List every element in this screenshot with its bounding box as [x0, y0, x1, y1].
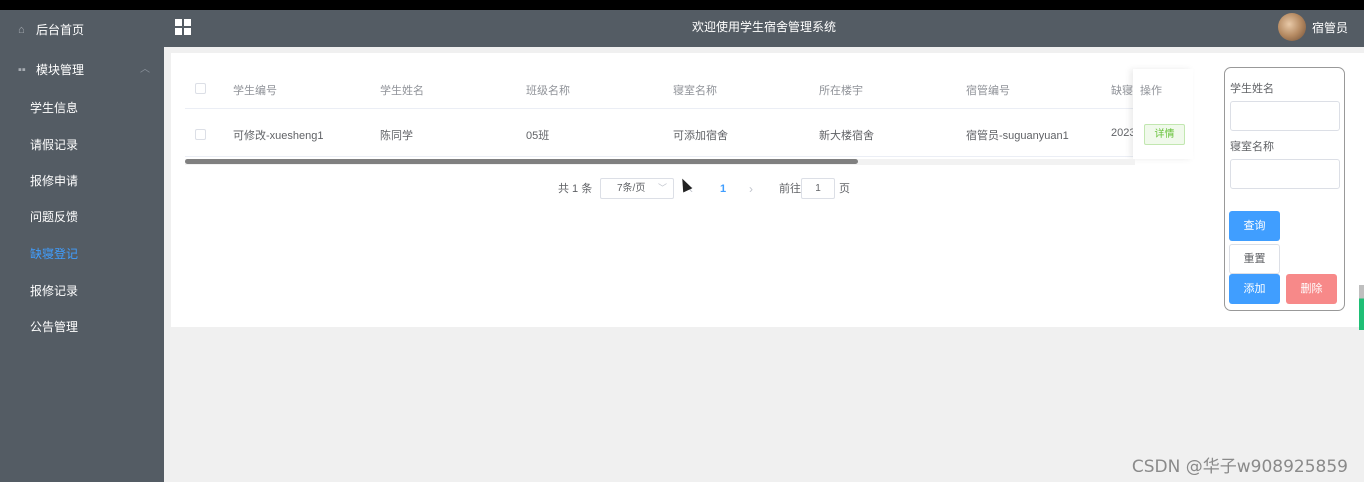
- column-header: 所在楼宇: [819, 85, 863, 97]
- sidebar-item-home[interactable]: ⌂ 后台首页: [0, 12, 164, 48]
- chevron-down-icon: ﹀: [657, 183, 667, 193]
- avatar[interactable]: [1278, 13, 1306, 41]
- table-cell: 宿管员-suguanyuan1: [966, 130, 1069, 142]
- student-name-input[interactable]: [1230, 101, 1340, 131]
- row-divider: [185, 156, 1133, 157]
- sidebar-item-repair-request[interactable]: 报修申请: [0, 163, 164, 199]
- column-header: 学生姓名: [380, 85, 424, 97]
- header-divider: [185, 108, 1133, 109]
- sidebar-item-module-management[interactable]: ▪▪ 模块管理 ︿: [0, 52, 164, 88]
- column-header: 宿管编号: [966, 85, 1010, 97]
- edge-widget: [1359, 285, 1364, 330]
- column-header: 缺寝: [1111, 85, 1133, 97]
- detail-button[interactable]: 详情: [1144, 124, 1185, 145]
- reset-button[interactable]: 重置: [1229, 244, 1280, 274]
- action-column: 操作 详情: [1133, 69, 1193, 159]
- sidebar-item-feedback[interactable]: 问题反馈: [0, 199, 164, 235]
- room-name-label: 寝室名称: [1230, 141, 1274, 153]
- room-name-input[interactable]: [1230, 159, 1340, 189]
- data-table: 学生编号 学生姓名 班级名称 寝室名称 所在楼宇 宿管编号 缺寝 可修改-xue…: [185, 69, 1133, 161]
- goto-page-input[interactable]: 1: [801, 178, 835, 199]
- table-cell: 可添加宿舍: [673, 130, 728, 142]
- sidebar-item-student-info[interactable]: 学生信息: [0, 90, 164, 126]
- header: 欢迎使用学生宿舍管理系统 宿管员: [164, 10, 1364, 47]
- page-number-current[interactable]: 1: [720, 178, 726, 200]
- top-black-bar: [0, 0, 1364, 10]
- sidebar-item-label: 公告管理: [30, 320, 79, 334]
- row-checkbox[interactable]: [195, 129, 206, 140]
- page-size-value: 7条/页: [617, 183, 646, 194]
- query-button[interactable]: 查询: [1229, 211, 1280, 241]
- sidebar-item-label: 报修申请: [30, 174, 79, 188]
- search-panel: 学生姓名 寝室名称 查询 重置 添加 删除: [1224, 67, 1345, 311]
- home-icon: ⌂: [18, 24, 25, 36]
- sidebar-item-repair-records[interactable]: 报修记录: [0, 273, 164, 309]
- page-title: 欢迎使用学生宿舍管理系统: [691, 20, 836, 34]
- next-page-icon[interactable]: ›: [749, 178, 753, 200]
- grid-icon: ▪▪: [18, 64, 26, 76]
- sidebar-item-announcements[interactable]: 公告管理: [0, 309, 164, 345]
- watermark: CSDN @华子w908925859: [1131, 457, 1348, 477]
- student-name-label: 学生姓名: [1230, 83, 1274, 95]
- column-header: 寝室名称: [673, 85, 717, 97]
- add-button[interactable]: 添加: [1229, 274, 1280, 304]
- pagination-total: 共 1 条: [558, 183, 593, 195]
- column-header: 操作: [1140, 85, 1162, 97]
- sidebar-item-label: 问题反馈: [30, 210, 79, 224]
- sidebar-item-label: 报修记录: [30, 284, 79, 298]
- main-content: 学生编号 学生姓名 班级名称 寝室名称 所在楼宇 宿管编号 缺寝 可修改-xue…: [164, 47, 1364, 482]
- sidebar-item-label: 学生信息: [30, 101, 79, 115]
- table-cell: 可修改-xuesheng1: [233, 130, 324, 142]
- user-name[interactable]: 宿管员: [1312, 10, 1348, 47]
- sidebar-item-leave-records[interactable]: 请假记录: [0, 127, 164, 163]
- sidebar-item-label: 模块管理: [36, 63, 85, 77]
- table-card: 学生编号 学生姓名 班级名称 寝室名称 所在楼宇 宿管编号 缺寝 可修改-xue…: [171, 53, 1364, 327]
- sidebar-item-label: 请假记录: [30, 138, 79, 152]
- table-cell: 新大楼宿舍: [819, 130, 874, 142]
- sidebar: ⌂ 后台首页 ▪▪ 模块管理 ︿ 学生信息 请假记录 报修申请 问题反馈 缺寝登…: [0, 10, 164, 482]
- delete-button[interactable]: 删除: [1286, 274, 1337, 304]
- page-suffix: 页: [839, 183, 850, 195]
- page-size-select[interactable]: 7条/页 ﹀: [600, 178, 674, 199]
- sidebar-item-label: 缺寝登记: [30, 247, 79, 261]
- table-cell: 陈同学: [380, 130, 413, 142]
- horizontal-scrollbar[interactable]: [185, 159, 1135, 165]
- sidebar-item-absence-registration[interactable]: 缺寝登记: [0, 236, 164, 272]
- sidebar-item-label: 后台首页: [36, 23, 85, 37]
- column-header: 学生编号: [233, 85, 277, 97]
- table-cell: 2023: [1111, 127, 1133, 139]
- menu-toggle-icon[interactable]: [175, 19, 191, 35]
- chevron-up-icon: ︿: [140, 64, 150, 75]
- column-header: 班级名称: [526, 85, 570, 97]
- select-all-checkbox[interactable]: [195, 83, 206, 94]
- table-cell: 05班: [526, 130, 550, 142]
- goto-label: 前往: [779, 183, 801, 195]
- scrollbar-thumb[interactable]: [185, 159, 858, 164]
